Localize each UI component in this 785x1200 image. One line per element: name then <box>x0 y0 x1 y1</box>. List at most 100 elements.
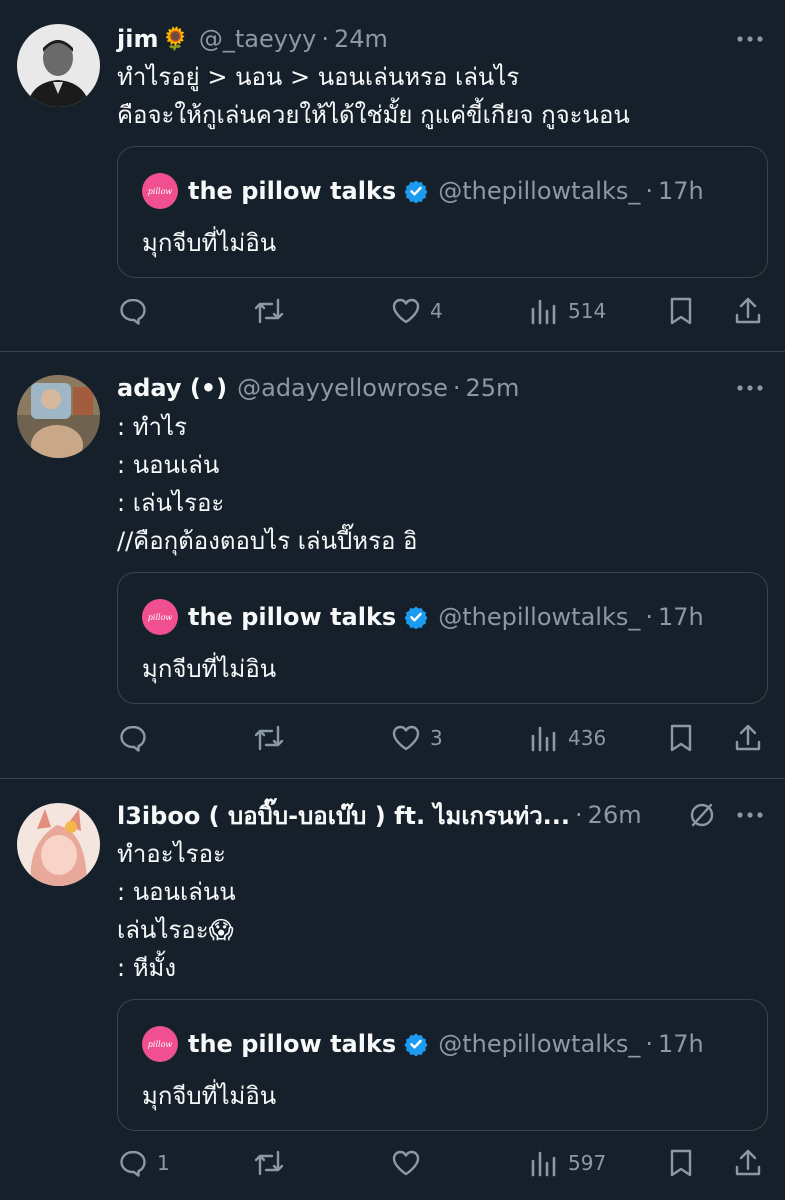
tweet-text: : ทำไร : นอนเล่น : เล่นไรอะ //คือกุต้องต… <box>117 408 765 560</box>
display-name[interactable]: l3iboo ( บอบิ๊บ-บอเบ๊บ ) ft. ไมเกรนท่ว..… <box>117 796 570 835</box>
view-count: 597 <box>568 1151 607 1175</box>
like-count: 3 <box>430 726 443 750</box>
like-button[interactable]: 4 <box>390 291 443 331</box>
tweet-text-line: : นอนเล่นน <box>117 878 236 906</box>
bookmark-icon <box>670 297 692 325</box>
tweet-header: aday (•) @adayyellowrose · 25m <box>117 371 765 405</box>
retweet-icon <box>254 298 284 324</box>
display-name[interactable]: aday (•) <box>117 374 227 402</box>
quoted-timestamp[interactable]: 17h <box>658 177 704 205</box>
tweet-header: jim 🌻 @_taeyyy · 24m <box>117 22 765 56</box>
timestamp[interactable]: 25m <box>466 374 520 402</box>
tweet[interactable]: l3iboo ( บอบิ๊บ-บอเบ๊บ ) ft. ไมเกรนท่ว..… <box>0 780 785 1200</box>
views-button[interactable]: 514 <box>528 291 606 331</box>
reply-button[interactable]: 1 <box>117 1143 170 1183</box>
display-name[interactable]: jim <box>117 25 158 53</box>
share-icon <box>735 297 761 324</box>
tweet-text-line: เล่นไรอะ😱 <box>117 916 234 944</box>
share-icon <box>735 1149 761 1176</box>
quoted-avatar[interactable]: pillow <box>142 599 178 635</box>
views-icon <box>531 726 556 752</box>
avatar-image <box>17 803 100 886</box>
retweet-button[interactable] <box>252 718 294 758</box>
user-handle[interactable]: @_taeyyy <box>199 25 317 53</box>
bookmark-button[interactable] <box>665 718 697 758</box>
separator-dot: · <box>321 25 330 53</box>
bookmark-icon <box>670 724 692 752</box>
reply-icon <box>120 725 146 752</box>
quoted-display-name[interactable]: the pillow talks <box>188 1030 396 1058</box>
quoted-text: มุกจีบที่ไม่อิน <box>142 1082 277 1110</box>
reply-button[interactable] <box>117 291 157 331</box>
like-button[interactable]: 3 <box>390 718 443 758</box>
heart-icon <box>392 298 420 324</box>
verified-badge-icon <box>404 179 428 203</box>
retweet-button[interactable] <box>252 291 294 331</box>
like-count: 4 <box>430 299 443 323</box>
avatar[interactable] <box>17 24 100 107</box>
bookmark-button[interactable] <box>665 1143 697 1183</box>
name-emoji: 🌻 <box>161 26 189 52</box>
quoted-handle[interactable]: @thepillowtalks_ <box>438 603 640 631</box>
tweet-text-line: ทำอะไรอะ <box>117 840 226 868</box>
tweet[interactable]: aday (•) @adayyellowrose · 25m : ทำไร : … <box>0 353 785 779</box>
quoted-tweet[interactable]: pillow the pillow talks @thepillowtalks_… <box>117 572 768 704</box>
timestamp[interactable]: 26m <box>588 801 642 829</box>
quoted-display-name[interactable]: the pillow talks <box>188 177 396 205</box>
share-icon <box>735 724 761 751</box>
share-button[interactable] <box>732 291 764 331</box>
avatar-image <box>17 375 100 458</box>
quoted-display-name[interactable]: the pillow talks <box>188 603 396 631</box>
reply-button[interactable] <box>117 718 157 758</box>
more-icon <box>737 385 763 391</box>
reply-count: 1 <box>157 1151 170 1175</box>
user-handle[interactable]: @adayyellowrose <box>237 374 448 402</box>
views-icon <box>531 299 556 325</box>
muted-indicator[interactable] <box>687 798 717 832</box>
share-button[interactable] <box>732 1143 764 1183</box>
avatar-image <box>17 24 100 107</box>
retweet-button[interactable] <box>252 1143 294 1183</box>
views-button[interactable]: 436 <box>528 718 606 758</box>
views-button[interactable]: 597 <box>528 1143 606 1183</box>
quoted-header: the pillow talks @thepillowtalks_ · 17h <box>188 599 704 635</box>
muted-icon <box>690 803 714 827</box>
quoted-avatar[interactable]: pillow <box>142 173 178 209</box>
quoted-header: the pillow talks @thepillowtalks_ · 17h <box>188 173 704 209</box>
tweet[interactable]: jim 🌻 @_taeyyy · 24m ทำไรอยู่ > นอน > นอ… <box>0 0 785 352</box>
heart-icon <box>392 1150 420 1176</box>
like-button[interactable] <box>390 1143 430 1183</box>
quoted-tweet[interactable]: pillow the pillow talks @thepillowtalks_… <box>117 146 768 278</box>
quoted-tweet[interactable]: pillow the pillow talks @thepillowtalks_… <box>117 999 768 1131</box>
quoted-timestamp[interactable]: 17h <box>658 603 704 631</box>
quoted-handle[interactable]: @thepillowtalks_ <box>438 177 640 205</box>
avatar[interactable] <box>17 803 100 886</box>
share-button[interactable] <box>732 718 764 758</box>
quoted-avatar[interactable]: pillow <box>142 1026 178 1062</box>
reply-icon <box>120 298 146 325</box>
quoted-timestamp[interactable]: 17h <box>658 1030 704 1058</box>
tweet-text-line: //คือกุต้องตอบไร เล่นปี๊หรอ อิ <box>117 527 418 555</box>
quoted-handle[interactable]: @thepillowtalks_ <box>438 1030 640 1058</box>
more-button[interactable] <box>735 371 765 405</box>
separator-dot: · <box>645 177 653 205</box>
heart-icon <box>392 725 420 751</box>
action-bar: 4 514 <box>117 291 765 331</box>
more-button[interactable] <box>735 22 765 56</box>
retweet-icon <box>254 725 284 751</box>
separator-dot: · <box>645 603 653 631</box>
tweet-text: ทำไรอยู่ > นอน > นอนเล่นหรอ เล่นไร คือจะ… <box>117 58 765 134</box>
views-icon <box>531 1151 556 1177</box>
bookmark-icon <box>670 1149 692 1177</box>
bookmark-button[interactable] <box>665 291 697 331</box>
view-count: 436 <box>568 726 607 750</box>
reply-icon <box>120 1150 146 1177</box>
tweet-text-line: : นอนเล่น <box>117 451 220 479</box>
more-icon <box>737 812 763 818</box>
verified-badge-icon <box>404 605 428 629</box>
avatar[interactable] <box>17 375 100 458</box>
quoted-header: the pillow talks @thepillowtalks_ · 17h <box>188 1026 704 1062</box>
timestamp[interactable]: 24m <box>334 25 388 53</box>
more-button[interactable] <box>735 798 765 832</box>
separator-dot: · <box>452 374 461 402</box>
